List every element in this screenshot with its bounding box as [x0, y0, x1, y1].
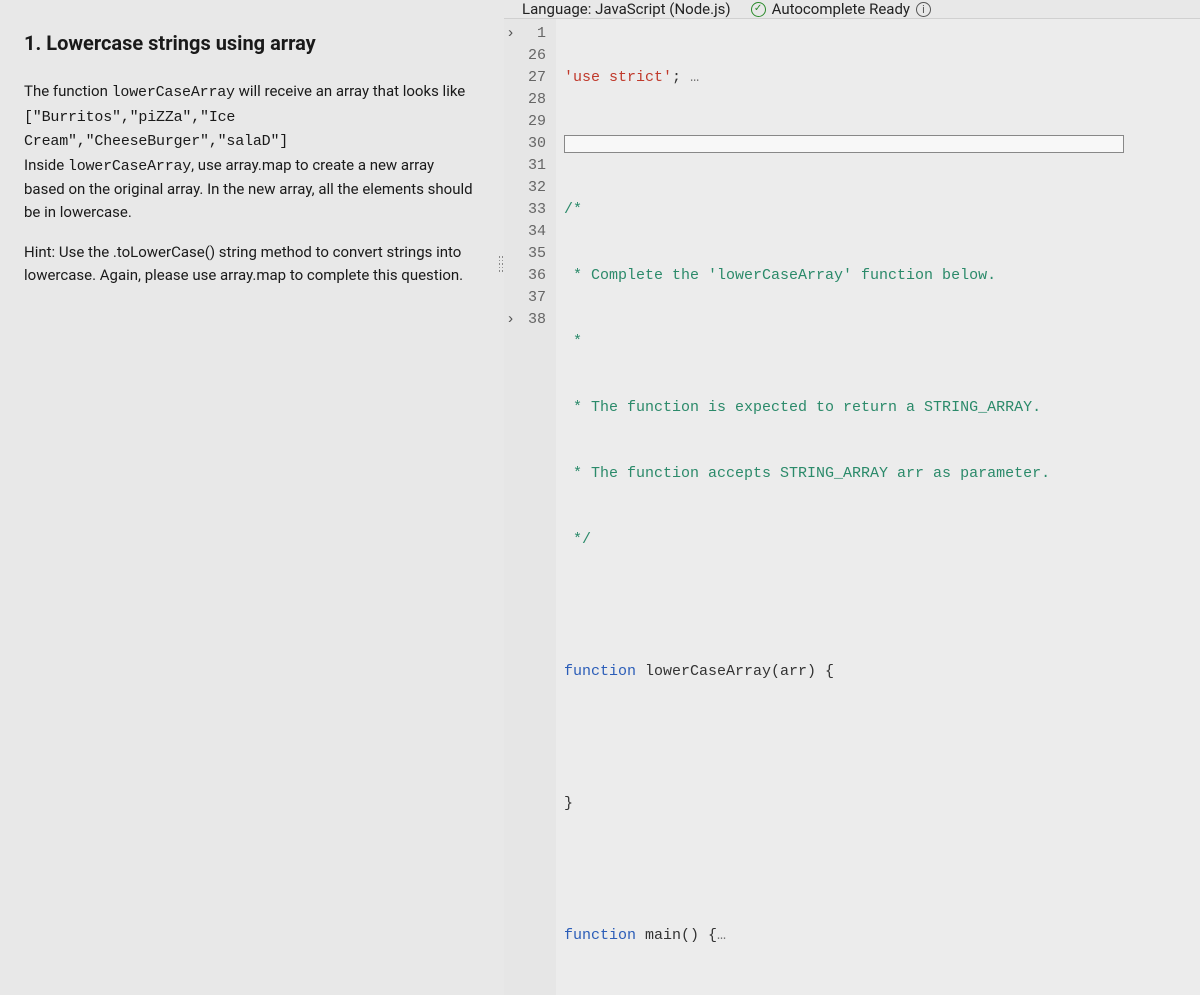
- code-inline: lowerCaseArray: [112, 84, 235, 101]
- code-content[interactable]: 'use strict'; … /* * Complete the 'lower…: [556, 19, 1200, 995]
- fold-ellipsis[interactable]: …: [690, 69, 699, 86]
- language-selector[interactable]: Language: JavaScript (Node.js): [522, 0, 731, 18]
- line-number-gutter: ›1 26 27 28 29 30 31 32 33 34 35 36 37 ›…: [504, 19, 556, 995]
- line-number: 30: [504, 133, 546, 155]
- line-number: 26: [504, 45, 546, 67]
- code-editor[interactable]: ›1 26 27 28 29 30 31 32 33 34 35 36 37 ›…: [504, 19, 1200, 995]
- line-number: 29: [504, 111, 546, 133]
- line-number: ›1: [504, 23, 546, 45]
- problem-panel: 1. Lowercase strings using array The fun…: [0, 0, 498, 528]
- code-line[interactable]: [564, 595, 1200, 617]
- text: Inside: [24, 156, 68, 174]
- problem-title: 1. Lowercase strings using array: [24, 28, 474, 58]
- code-inline: ["Burritos","piZZa","Ice Cream","CheeseB…: [24, 109, 288, 151]
- line-number: 32: [504, 177, 546, 199]
- line-number: 31: [504, 155, 546, 177]
- line-number: 27: [504, 67, 546, 89]
- language-label: Language:: [522, 0, 591, 18]
- fold-toggle[interactable]: ›: [506, 309, 515, 331]
- code-line[interactable]: [564, 133, 1200, 155]
- problem-intro: The function lowerCaseArray will receive…: [24, 80, 474, 223]
- code-inline: lowerCaseArray: [68, 158, 191, 175]
- fold-ellipsis[interactable]: …: [717, 927, 726, 944]
- code-line[interactable]: * The function is expected to return a S…: [564, 397, 1200, 419]
- editor-panel: Language: JavaScript (Node.js) ✓ Autocom…: [504, 0, 1200, 528]
- language-value: JavaScript (Node.js): [595, 0, 731, 18]
- code-line[interactable]: 'use strict'; …: [564, 67, 1200, 89]
- code-line[interactable]: * The function accepts STRING_ARRAY arr …: [564, 463, 1200, 485]
- info-icon[interactable]: i: [916, 2, 931, 17]
- autocomplete-label: Autocomplete Ready: [772, 0, 910, 18]
- code-line[interactable]: /*: [564, 199, 1200, 221]
- line-number: 37: [504, 287, 546, 309]
- text: will receive an array that looks like: [235, 82, 465, 100]
- editor-topbar: Language: JavaScript (Node.js) ✓ Autocom…: [504, 0, 1200, 19]
- fold-toggle[interactable]: ›: [506, 23, 515, 45]
- problem-hint: Hint: Use the .toLowerCase() string meth…: [24, 241, 474, 286]
- line-number: 33: [504, 199, 546, 221]
- code-line[interactable]: function lowerCaseArray(arr) {: [564, 661, 1200, 683]
- autocomplete-status[interactable]: ✓ Autocomplete Ready i: [751, 0, 931, 18]
- code-line[interactable]: [564, 727, 1200, 749]
- code-line[interactable]: *: [564, 331, 1200, 353]
- line-number: ›38: [504, 309, 546, 331]
- cursor-line-highlight[interactable]: [564, 135, 1124, 153]
- code-line[interactable]: function main() {…: [564, 925, 1200, 947]
- line-number: 28: [504, 89, 546, 111]
- line-number: 34: [504, 221, 546, 243]
- line-number: 36: [504, 265, 546, 287]
- line-number: 35: [504, 243, 546, 265]
- code-line[interactable]: */: [564, 529, 1200, 551]
- code-line[interactable]: [564, 859, 1200, 881]
- check-circle-icon: ✓: [751, 2, 766, 17]
- code-line[interactable]: * Complete the 'lowerCaseArray' function…: [564, 265, 1200, 287]
- code-line[interactable]: }: [564, 793, 1200, 815]
- text: The function: [24, 82, 112, 100]
